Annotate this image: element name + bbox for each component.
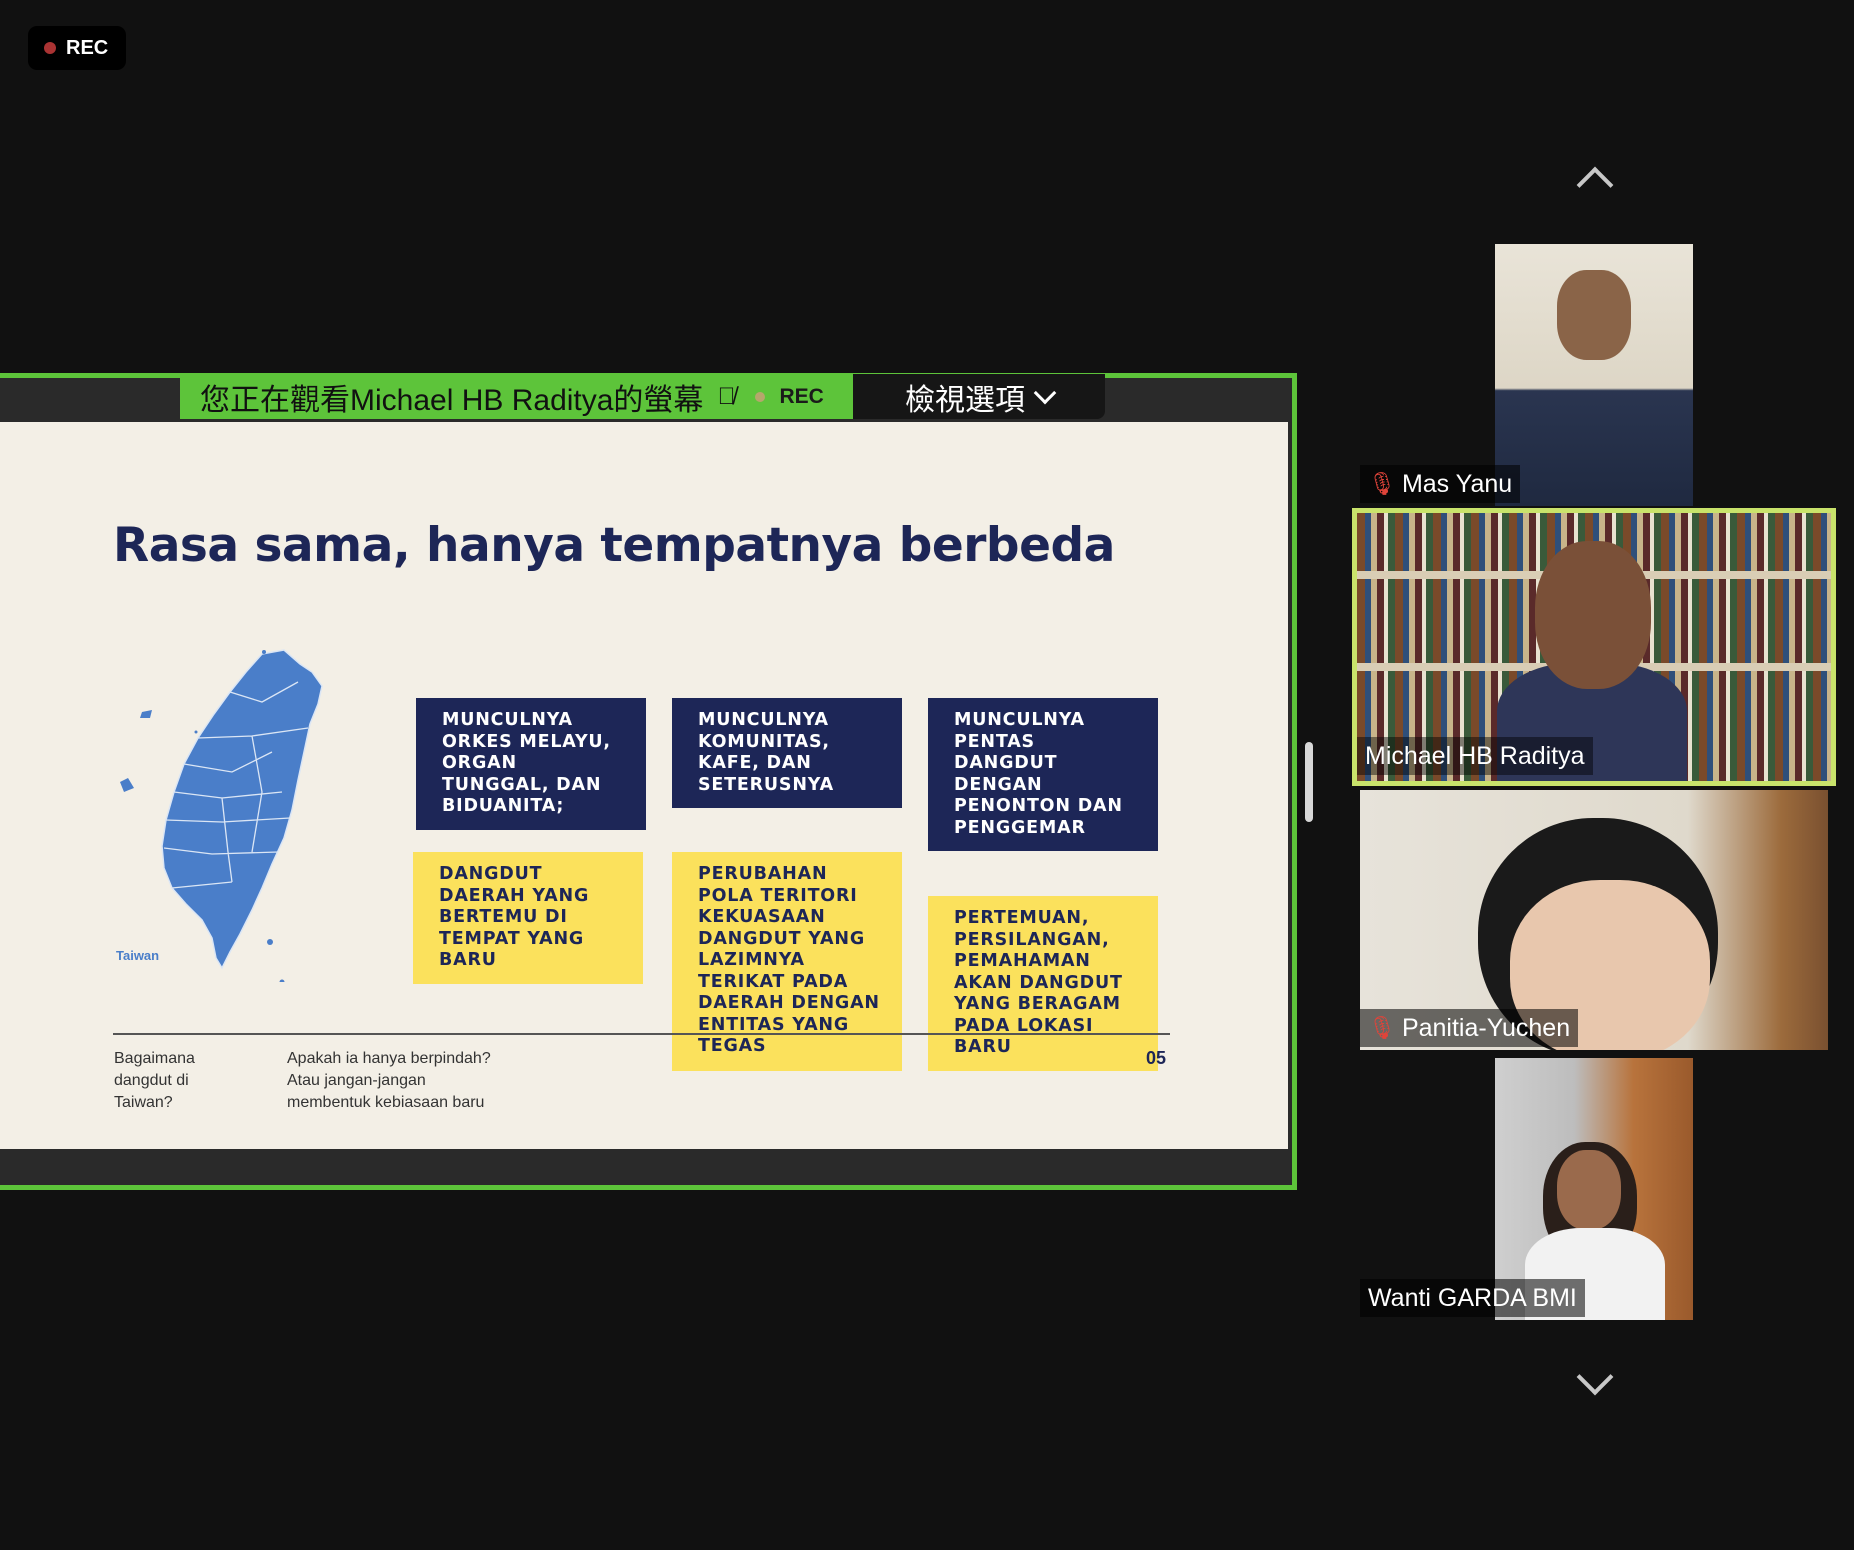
participant-face bbox=[1557, 270, 1631, 360]
presentation-slide: Rasa sama, hanya tempatnya berbeda Taiwa… bbox=[0, 422, 1288, 1149]
map-label: Taiwan bbox=[116, 948, 160, 963]
slide-box-perubahan: PERUBAHAN POLA TERITORI KEKUASAAN DANGDU… bbox=[672, 852, 902, 1071]
slide-box-pertemuan: PERTEMUAN, PERSILANGAN, PEMAHAMAN AKAN D… bbox=[928, 896, 1158, 1071]
record-dot-icon bbox=[44, 42, 56, 54]
participant-name: Michael HB Raditya bbox=[1365, 741, 1585, 770]
slide-divider bbox=[113, 1033, 1170, 1035]
participant-face bbox=[1557, 1150, 1621, 1230]
slide-box-dangdut-daerah: DANGDUT DAERAH YANG BERTEMU DI TEMPAT YA… bbox=[413, 852, 643, 984]
participant-name-tag: Wanti GARDA BMI bbox=[1360, 1279, 1585, 1317]
chevron-down-icon bbox=[1033, 381, 1057, 404]
scroll-down-arrow-icon[interactable] bbox=[1576, 1358, 1614, 1396]
participant-name-tag: 🎙 Panitia-Yuchen bbox=[1360, 1009, 1579, 1047]
mic-muted-icon: 🎙 bbox=[1368, 1015, 1396, 1040]
taiwan-map-image bbox=[120, 649, 323, 982]
shirt-print bbox=[1543, 454, 1653, 484]
panel-resize-handle[interactable] bbox=[1305, 742, 1313, 822]
participant-name-tag: Michael HB Raditya bbox=[1357, 737, 1593, 775]
slide-box-pentas: MUNCULNYA PENTAS DANGDUT DENGAN PENONTON… bbox=[928, 698, 1158, 851]
slide-page-number: 05 bbox=[1146, 1048, 1167, 1068]
recording-label: REC bbox=[66, 36, 109, 59]
participant-video-mas-yanu[interactable] bbox=[1495, 244, 1693, 506]
slide-footer-note: Apakah ia hanya berpindah? Atau jangan-j… bbox=[287, 1050, 491, 1111]
slide-box-orkes: MUNCULNYA ORKES MELAYU, ORGAN TUNGGAL, D… bbox=[416, 698, 646, 830]
view-options-label: 檢視選項 bbox=[905, 383, 1025, 417]
mic-muted-icon: 🎙̸ bbox=[717, 382, 736, 410]
participant-name: Wanti GARDA BMI bbox=[1368, 1283, 1577, 1312]
slide-box-komunitas: MUNCULNYA KOMUNITAS, KAFE, DAN SETERUSNY… bbox=[672, 698, 902, 808]
share-banner-text: 您正在觀看Michael HB Raditya的螢幕 bbox=[200, 383, 704, 417]
scroll-up-arrow-icon[interactable] bbox=[1576, 166, 1614, 204]
shared-screen[interactable]: Rasa sama, hanya tempatnya berbeda Taiwa… bbox=[0, 373, 1297, 1190]
view-options-button[interactable]: 檢視選項 bbox=[853, 374, 1105, 419]
slide-footer-question: Bagaimana dangdut di Taiwan? bbox=[114, 1050, 195, 1111]
participant-face bbox=[1535, 541, 1651, 689]
share-rec-label: REC bbox=[779, 384, 824, 408]
mic-muted-icon: 🎙 bbox=[1368, 471, 1396, 496]
participant-name: Mas Yanu bbox=[1401, 469, 1513, 498]
screen-share-banner: 您正在觀看Michael HB Raditya的螢幕 🎙̸ REC bbox=[180, 374, 853, 419]
recording-indicator: REC bbox=[28, 26, 126, 70]
record-dot-icon bbox=[755, 391, 766, 402]
participant-name: Panitia-Yuchen bbox=[1401, 1013, 1571, 1042]
slide-title: Rasa sama, hanya tempatnya berbeda bbox=[113, 518, 1115, 573]
participant-name-tag: 🎙 Mas Yanu bbox=[1360, 465, 1521, 503]
